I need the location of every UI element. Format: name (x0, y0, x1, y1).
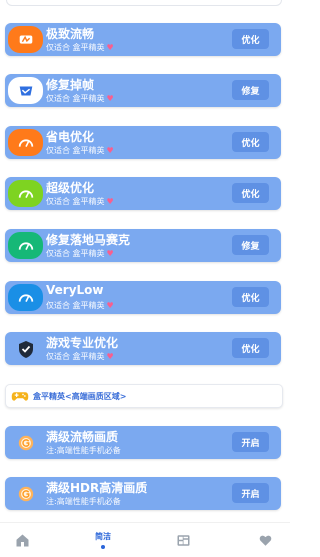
card-subtitle: 仅适合 盒平精英 ♥ (46, 249, 114, 258)
enable-button[interactable]: 开启 (232, 483, 269, 503)
heart-icon (259, 535, 271, 546)
card-title: 超级优化 (46, 181, 95, 195)
card-max-smooth-quality[interactable]: 满级流畅画质 注:高端性能手机必备 开启 (5, 426, 281, 459)
card-title: 游戏专业优化 (46, 336, 119, 350)
nav-layers[interactable] (173, 523, 193, 557)
card-max-hdr-quality[interactable]: 满级HDR高清画质 注:高端性能手机必备 开启 (5, 477, 281, 510)
active-indicator (101, 545, 105, 549)
card-subtitle: 仅适合 盒平精英 ♥ (46, 301, 114, 310)
card-title: 省电优化 (46, 130, 95, 144)
optimize-button[interactable]: 优化 (232, 338, 269, 358)
card-title: 满级流畅画质 (46, 430, 119, 444)
card-subtitle: 仅适合 盒平精英 ♥ (46, 146, 114, 155)
card-title: 满级HDR高清画质 (46, 481, 148, 495)
g-badge-icon (8, 480, 43, 507)
card-fix-frame-drop[interactable]: 修复掉帧 仅适合 盒平精英 ♥ 修复 (5, 74, 281, 107)
heart-icon: ♥ (106, 352, 114, 361)
card-extreme-smooth[interactable]: 极致流畅 仅适合 盒平精英 ♥ 优化 (5, 23, 281, 56)
optimize-button[interactable]: 优化 (232, 183, 269, 203)
card-title: VeryLow (46, 283, 104, 297)
gauge-icon (8, 284, 43, 311)
repair-button[interactable]: 修复 (232, 235, 269, 255)
heart-icon: ♥ (106, 146, 114, 155)
optimize-button[interactable]: 优化 (232, 132, 269, 152)
card-super-optimize[interactable]: 超级优化 仅适合 盒平精英 ♥ 优化 (5, 177, 281, 210)
speed-icon (8, 26, 43, 53)
card-power-saving[interactable]: 省电优化 仅适合 盒平精英 ♥ 优化 (5, 126, 281, 159)
shield-check-icon (8, 335, 43, 362)
gauge-icon (8, 232, 43, 259)
card-subtitle: 仅适合 盒平精英 ♥ (46, 43, 114, 52)
card-title: 修复落地马赛克 (46, 233, 131, 247)
nav-favorites[interactable] (255, 523, 275, 557)
nav-home[interactable] (12, 523, 32, 557)
heart-icon: ♥ (106, 249, 114, 258)
card-verylow[interactable]: VeryLow 仅适合 盒平精英 ♥ 优化 (5, 281, 281, 314)
card-subtitle: 仅适合 盒平精英 ♥ (46, 352, 114, 361)
bottom-nav: 简洁 (0, 522, 290, 557)
heart-icon: ♥ (106, 43, 114, 52)
gamepad-icon (11, 392, 29, 401)
optimize-button[interactable]: 优化 (232, 29, 269, 49)
heart-icon: ♥ (106, 94, 114, 103)
card-subtitle: 仅适合 盒平精英 ♥ (46, 197, 114, 206)
card-subtitle: 注:高端性能手机必备 (46, 497, 121, 506)
card-subtitle: 注:高端性能手机必备 (46, 446, 121, 455)
nav-simple[interactable]: 简洁 (85, 523, 121, 557)
gauge-icon (8, 129, 43, 156)
repair-button[interactable]: 修复 (232, 80, 269, 100)
optimize-button[interactable]: 优化 (232, 287, 269, 307)
section-title: 盒平精英<高端画质区域> (33, 391, 127, 401)
frame-icon (8, 77, 43, 104)
card-title: 修复掉帧 (46, 78, 95, 92)
gauge-icon (8, 180, 43, 207)
card-pro-game-optimize[interactable]: 游戏专业优化 仅适合 盒平精英 ♥ 优化 (5, 332, 281, 365)
section-header-hd-quality: 盒平精英<高端画质区域> (5, 384, 283, 408)
heart-icon: ♥ (106, 301, 114, 310)
top-card-edge (6, 0, 282, 6)
card-title: 极致流畅 (46, 27, 95, 41)
g-badge-icon (8, 429, 43, 456)
enable-button[interactable]: 开启 (232, 432, 269, 452)
home-icon (16, 534, 28, 546)
nav-label-simple: 简洁 (95, 532, 111, 541)
card-fix-landing-mosaic[interactable]: 修复落地马赛克 仅适合 盒平精英 ♥ 修复 (5, 229, 281, 262)
heart-icon: ♥ (106, 197, 114, 206)
layers-icon (177, 534, 189, 546)
card-subtitle: 仅适合 盒平精英 ♥ (46, 94, 114, 103)
